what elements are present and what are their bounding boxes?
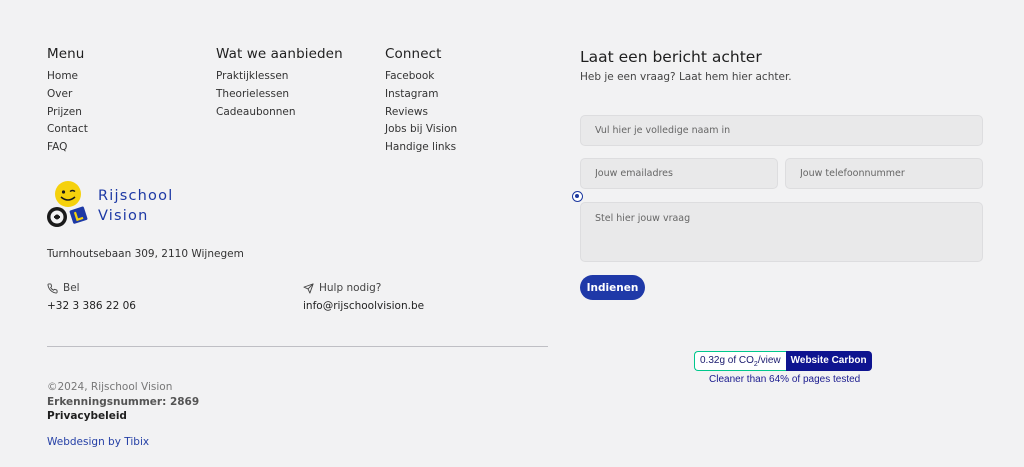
offer-link-cadeaubonnen[interactable]: Cadeaubonnen — [216, 104, 343, 122]
connect-link-facebook[interactable]: Facebook — [385, 68, 457, 86]
connect-link-reviews[interactable]: Reviews — [385, 104, 457, 122]
carbon-comparison: Cleaner than 64% of pages tested — [709, 374, 861, 385]
connect-link-instagram[interactable]: Instagram — [385, 86, 457, 104]
offer-link-theorielessen[interactable]: Theorielessen — [216, 86, 343, 104]
contact-phone: Bel +32 3 386 22 06 — [47, 282, 136, 312]
carbon-amount: 0.32g of CO2/view — [694, 351, 786, 371]
logo-smiley-icon — [47, 181, 88, 227]
footer-menu-column: Menu Home Over Prijzen Contact FAQ — [47, 46, 88, 157]
footer-connect-column: Connect Facebook Instagram Reviews Jobs … — [385, 46, 457, 157]
logo-text: Rijschool Vision — [98, 188, 174, 224]
menu-link-home[interactable]: Home — [47, 68, 88, 86]
offer-link-praktijklessen[interactable]: Praktijklessen — [216, 68, 343, 86]
phone-input[interactable] — [785, 158, 983, 189]
menu-link-over[interactable]: Over — [47, 86, 88, 104]
phone-label: Bel — [63, 282, 80, 294]
website-carbon-badge[interactable]: 0.32g of CO2/view Website Carbon — [694, 351, 872, 371]
privacy-link[interactable]: Privacybeleid — [47, 409, 199, 424]
contact-mail: Hulp nodig? info@rijschoolvision.be — [303, 282, 424, 312]
footer-offer-column: Wat we aanbieden Praktijklessen Theoriel… — [216, 46, 343, 121]
radio-indicator[interactable] — [572, 191, 583, 202]
rijschool-vision-logo[interactable]: Rijschool Vision — [46, 180, 186, 228]
registration-number: Erkenningsnummer: 2869 — [47, 395, 200, 408]
legal-block: ©2024, Rijschool Vision Erkenningsnummer… — [47, 380, 199, 424]
phone-icon — [47, 282, 58, 293]
copyright: ©2024, Rijschool Vision — [47, 381, 173, 393]
connect-link-handige-links[interactable]: Handige links — [385, 139, 457, 157]
email-link[interactable]: info@rijschoolvision.be — [303, 300, 424, 312]
form-subtitle: Heb je een vraag? Laat hem hier achter. — [580, 71, 792, 83]
question-textarea[interactable] — [580, 202, 983, 262]
footer-divider — [47, 346, 548, 347]
menu-link-faq[interactable]: FAQ — [47, 139, 88, 157]
carbon-brand: Website Carbon — [785, 351, 872, 371]
offer-heading: Wat we aanbieden — [216, 46, 343, 62]
form-title: Laat een bericht achter — [580, 48, 762, 66]
menu-heading: Menu — [47, 46, 85, 62]
name-input[interactable] — [580, 115, 983, 146]
submit-button[interactable]: Indienen — [580, 275, 645, 300]
menu-link-contact[interactable]: Contact — [47, 121, 88, 139]
email-input[interactable] — [580, 158, 778, 189]
menu-link-prijzen[interactable]: Prijzen — [47, 104, 88, 122]
send-icon — [303, 282, 314, 294]
webdesign-credit-link[interactable]: Webdesign by Tibix — [47, 436, 149, 448]
address: Turnhoutsebaan 309, 2110 Wijnegem — [47, 248, 244, 260]
connect-heading: Connect — [385, 46, 442, 62]
phone-number-link[interactable]: +32 3 386 22 06 — [47, 300, 136, 312]
mail-label: Hulp nodig? — [319, 282, 382, 294]
connect-link-jobs[interactable]: Jobs bij Vision — [385, 121, 457, 139]
